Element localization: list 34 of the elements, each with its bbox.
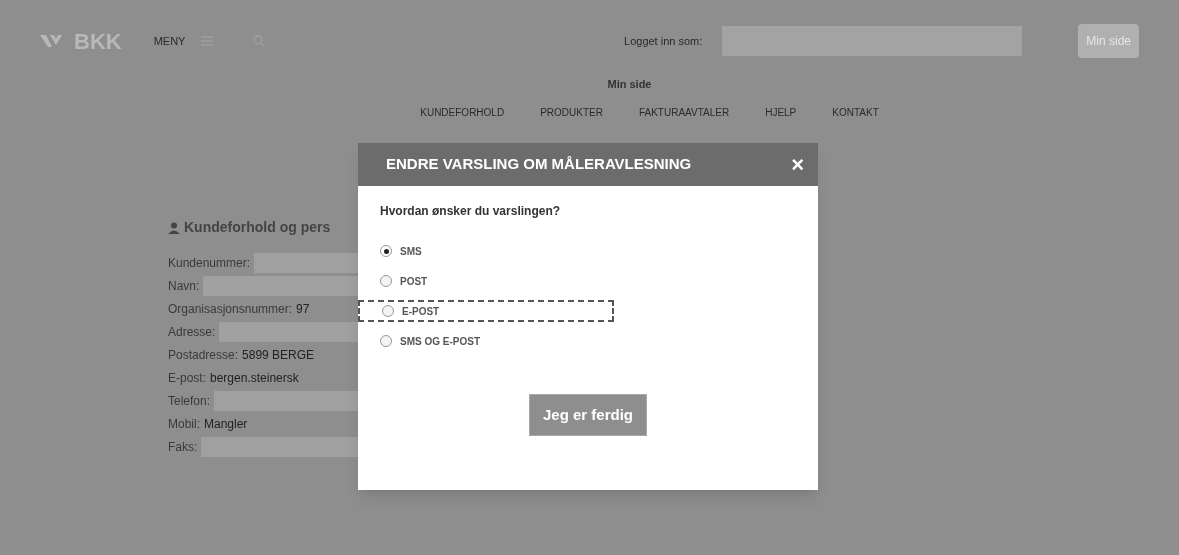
field-label: Kundenummer: xyxy=(168,254,251,272)
field-value: bergen.steinersk xyxy=(210,369,299,387)
field-value: 5899 BERGE xyxy=(242,346,315,364)
field-label: E-post: xyxy=(168,369,206,387)
done-button[interactable]: Jeg er ferdig xyxy=(529,394,647,436)
nav-link[interactable]: KUNDEFORHOLD xyxy=(420,104,505,120)
option-label[interactable]: POST xyxy=(400,273,428,289)
person-icon xyxy=(168,221,180,234)
field-label: Telefon: xyxy=(168,392,211,410)
section-title: Kundeforhold og pers xyxy=(184,218,331,237)
field-label: Mobil: xyxy=(168,415,200,433)
radio-button[interactable] xyxy=(380,275,392,287)
field-value: Mangler xyxy=(204,415,248,433)
field-label: Adresse: xyxy=(168,323,216,341)
option-label[interactable]: E-POST xyxy=(402,303,440,319)
nav-link[interactable]: FAKTURAAVTALER xyxy=(638,104,730,120)
menu-link[interactable]: MENY xyxy=(153,32,186,50)
login-label: Logget inn som: xyxy=(624,33,703,49)
radio-button[interactable] xyxy=(382,305,394,317)
field-value: 97 xyxy=(296,300,310,318)
option-label[interactable]: SMS xyxy=(400,243,422,259)
field-label: Faks: xyxy=(168,438,198,456)
modal-title: ENDRE VARSLING OM MÅLERAVLESNING xyxy=(386,154,693,175)
nav-link[interactable]: HJELP xyxy=(765,104,797,120)
breadcrumb-current[interactable]: Min side xyxy=(607,76,652,93)
nav-link[interactable]: KONTAKT xyxy=(832,104,879,120)
field-label: Organisasjonsnummer: xyxy=(168,300,293,318)
nav-link[interactable]: PRODUKTER xyxy=(540,104,603,120)
question-text: Hvordan ønsker du varslingen? xyxy=(380,203,562,220)
field-label: Navn: xyxy=(168,277,200,295)
radio-button[interactable] xyxy=(380,335,392,347)
option-label[interactable]: SMS OG E-POST xyxy=(400,333,480,349)
field-label: Postadresse: xyxy=(168,346,239,364)
close-button[interactable]: × xyxy=(791,153,804,176)
